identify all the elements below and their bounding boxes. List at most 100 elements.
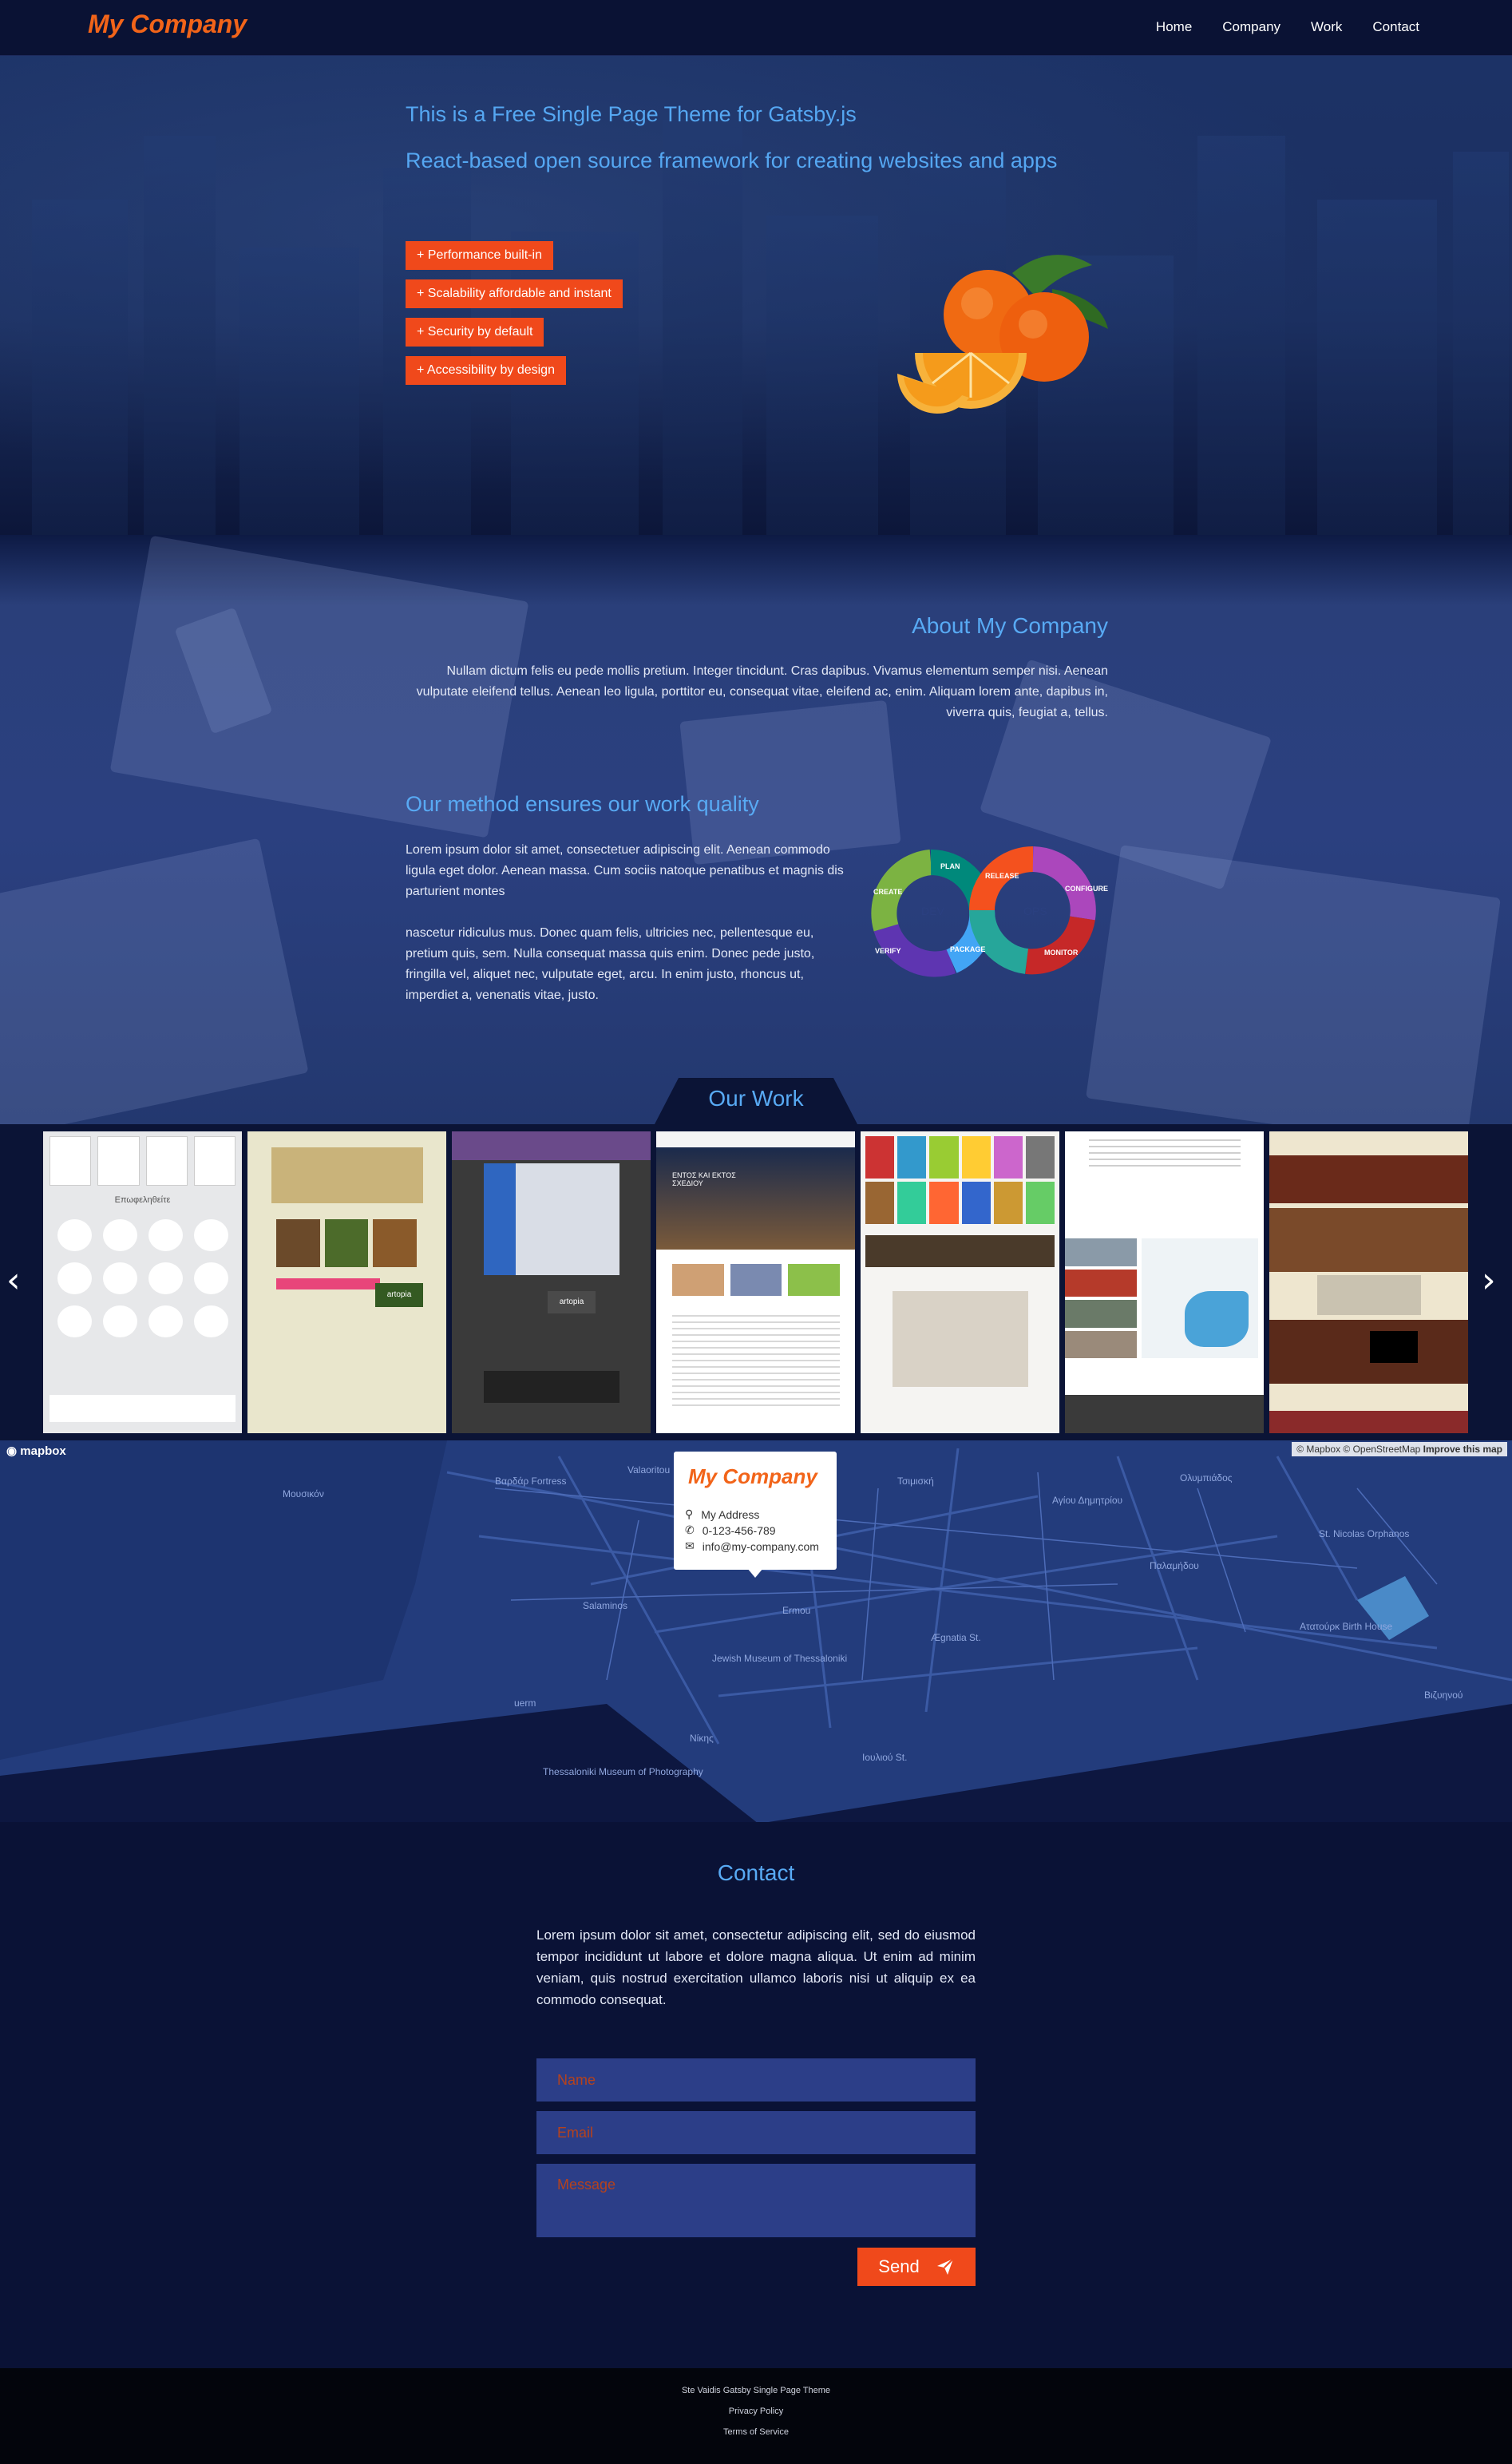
email-placeholder: Email [557, 2125, 594, 2141]
portfolio-thumbnail[interactable]: artopia [452, 1131, 651, 1433]
city-building [239, 248, 359, 535]
hero-section: This is a Free Single Page Theme for Gat… [0, 56, 1512, 535]
feature-list: + Performance built-in + Scalability aff… [406, 241, 623, 385]
feature-badge: + Performance built-in [406, 241, 553, 270]
work-heading: Our Work [708, 1086, 804, 1111]
background-laptop [0, 838, 309, 1124]
map-popup: My Company ⚲ My Address ✆ 0-123-456-789 ✉ i… [674, 1452, 837, 1570]
city-building [1317, 200, 1437, 535]
map-pin-icon: ⚲ [685, 1507, 694, 1520]
devops-label: PLAN [940, 862, 960, 870]
method-heading: Our method ensures our work quality [406, 792, 759, 816]
popup-phone-row: ✆ 0-123-456-789 [685, 1523, 776, 1537]
mapbox-icon: ◉ [6, 1444, 18, 1458]
nav-link-home[interactable]: Home [1156, 19, 1192, 35]
background-laptop [1086, 845, 1501, 1124]
portfolio-thumbnail[interactable] [1269, 1131, 1468, 1433]
popup-email-row: ✉ info@my-company.com [685, 1539, 819, 1553]
name-field[interactable]: Name [536, 2058, 976, 2102]
footer-credit[interactable]: Ste Vaidis Gatsby Single Page Theme [0, 2386, 1512, 2395]
thumbnail-caption: ΕΝΤΟΣ ΚΑΙ ΕΚΤΟΣ ΣΧΕΔΙΟΥ [672, 1171, 736, 1187]
devops-label: DEV [921, 905, 944, 917]
oranges-illustration [897, 255, 1108, 414]
about-section: About My Company Nullam dictum felis eu … [0, 535, 1512, 1124]
nav-links: Home Company Work Contact [1156, 19, 1419, 35]
map-street-label: Jewish Museum of Thessaloniki [712, 1653, 848, 1664]
portfolio-thumbnail[interactable]: Επωφεληθείτε [43, 1131, 242, 1433]
envelope-icon: ✉ [685, 1539, 695, 1552]
nav-link-work[interactable]: Work [1311, 19, 1342, 35]
devops-label: RELEASE [985, 872, 1019, 880]
nav-link-company[interactable]: Company [1222, 19, 1280, 35]
hero-title: This is a Free Single Page Theme for Gat… [406, 102, 857, 126]
popup-email[interactable]: info@my-company.com [703, 1540, 819, 1553]
map-street-label: Ατατούρκ Birth House [1300, 1621, 1393, 1632]
popup-company-name: My Company [688, 1464, 817, 1488]
portfolio-carousel: ‹ Επωφεληθείτε artopia artopia ΕΝΤΟΣ ΚΑΙ… [0, 1124, 1512, 1440]
privacy-policy-link[interactable]: Privacy Policy [0, 2407, 1512, 2416]
portfolio-thumbnail[interactable]: ΕΝΤΟΣ ΚΑΙ ΕΚΤΟΣ ΣΧΕΔΙΟΥ [656, 1131, 855, 1433]
feature-badge: + Accessibility by design [406, 356, 566, 385]
send-button-label: Send [878, 2256, 920, 2276]
send-button[interactable]: Send [857, 2248, 976, 2286]
thumbnail-caption: artopia [548, 1291, 596, 1313]
map-street-label: Μουσικόν [283, 1488, 324, 1499]
message-placeholder: Message [557, 2177, 616, 2193]
location-map[interactable]: Μουσικόν Βαρδάρ Fortress Valaoritou Τσιμ… [0, 1440, 1512, 1822]
map-street-label: Valaoritou [627, 1464, 671, 1476]
email-field[interactable]: Email [536, 2111, 976, 2154]
popup-address-row: ⚲ My Address [685, 1507, 759, 1521]
terms-of-service-link[interactable]: Terms of Service [0, 2427, 1512, 2437]
devops-label: PACKAGE [950, 945, 985, 953]
devops-label: OPS [1023, 905, 1047, 917]
top-navbar: My Company Home Company Work Contact [0, 0, 1512, 56]
about-paragraph: Nullam dictum felis eu pede mollis preti… [416, 664, 1108, 719]
carousel-prev-button[interactable]: ‹ [6, 1260, 21, 1301]
popup-phone: 0-123-456-789 [702, 1523, 776, 1537]
map-street-label: Παλαμήδου [1150, 1560, 1199, 1571]
map-street-label: Νίκης [690, 1733, 714, 1744]
map-street-label: Τσιμισκή [897, 1476, 934, 1487]
method-paragraph: nascetur ridiculus mus. Donec quam felis… [406, 926, 815, 1002]
map-attribution[interactable]: © Mapbox © OpenStreetMap Improve this ma… [1292, 1442, 1507, 1456]
phone-icon: ✆ [685, 1523, 695, 1536]
map-street-label: Βιζυηνού [1424, 1690, 1463, 1701]
map-street-label: uerm [514, 1697, 536, 1709]
devops-label: VERIFY [875, 947, 901, 955]
thumbnail-caption: Επωφεληθείτε [114, 1195, 171, 1205]
map-attribution-text: © Mapbox © OpenStreetMap [1296, 1444, 1421, 1455]
popup-address: My Address [701, 1507, 760, 1521]
map-street-label: Ιουλιού St. [862, 1752, 908, 1763]
paper-plane-icon [936, 2258, 954, 2275]
map-street-label: Ermou [782, 1605, 811, 1616]
portfolio-thumbnail[interactable] [861, 1131, 1059, 1433]
about-heading: About My Company [912, 613, 1108, 638]
map-street-label: St. Nicolas Orphanos [1319, 1528, 1410, 1539]
brand-logo[interactable]: My Company [88, 10, 247, 39]
portfolio-thumbnail[interactable] [1065, 1131, 1264, 1433]
map-street-label: Thessaloniki Museum of Photography [543, 1766, 703, 1777]
portfolio-thumbnail[interactable]: artopia [247, 1131, 446, 1433]
carousel-next-button[interactable]: › [1482, 1260, 1496, 1301]
feature-badge: + Scalability affordable and instant [406, 279, 623, 308]
mapbox-label: mapbox [20, 1444, 66, 1458]
devops-label: CREATE [873, 888, 902, 896]
message-field[interactable]: Message [536, 2164, 976, 2237]
map-street-label: Βαρδάρ Fortress [495, 1476, 567, 1487]
nav-link-contact[interactable]: Contact [1372, 19, 1419, 35]
city-building [32, 200, 128, 535]
map-street-label: Ολυμπιάδος [1180, 1472, 1233, 1484]
mapbox-logo[interactable]: ◉ mapbox [6, 1444, 66, 1458]
contact-heading: Contact [717, 1860, 795, 1885]
method-paragraph: Lorem ipsum dolor sit amet, consectetuer… [406, 843, 844, 898]
devops-label: CONFIGURE [1065, 885, 1108, 893]
thumbnail-caption: artopia [375, 1283, 423, 1307]
hero-subtitle: React-based open source framework for cr… [406, 149, 1058, 172]
devops-cycle-diagram: CREATE PLAN VERIFY PACKAGE RELEASE CONFI… [871, 846, 1108, 977]
city-building [1453, 152, 1509, 535]
city-building [663, 120, 742, 535]
map-street-label: Αγίου Δημητρίου [1052, 1495, 1123, 1506]
improve-map-link[interactable]: Improve this map [1423, 1444, 1502, 1455]
chevron-left-icon: ‹ [6, 1260, 21, 1301]
city-building [1197, 136, 1285, 535]
